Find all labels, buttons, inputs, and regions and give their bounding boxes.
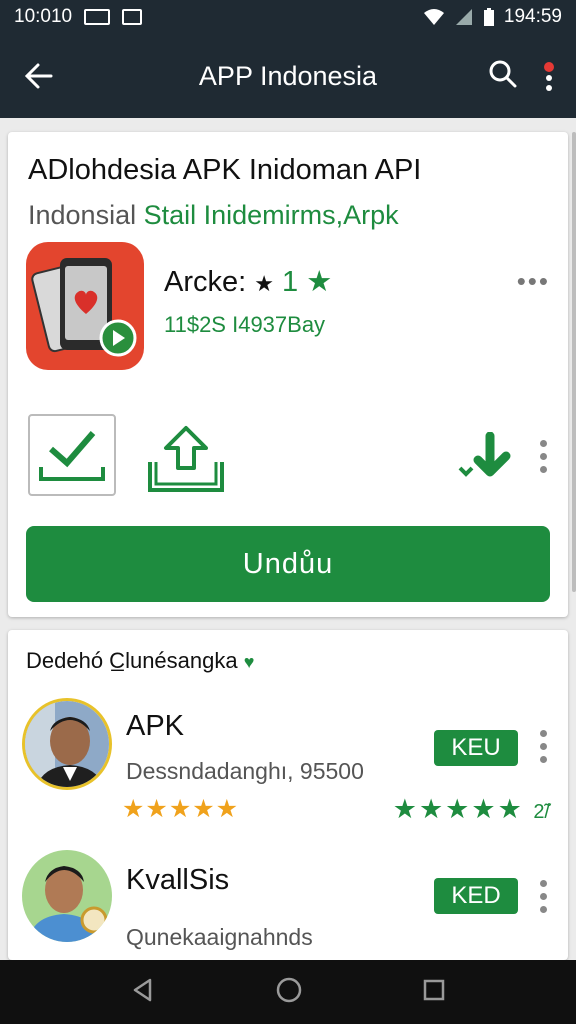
action-overflow-button[interactable]: [538, 440, 548, 473]
circle-home-icon: [276, 977, 302, 1002]
person-avatar-icon: [22, 850, 112, 942]
status-time-right: 194:59: [503, 6, 562, 27]
list-item-subtitle: Qunekaaignahnds: [126, 924, 313, 950]
nav-back-button[interactable]: [130, 977, 156, 1008]
wishlist-button[interactable]: [454, 431, 518, 492]
avatar: [22, 698, 112, 790]
more-options-button[interactable]: •••: [517, 266, 550, 297]
share-upload-icon: [148, 426, 224, 492]
share-button[interactable]: [146, 422, 226, 496]
app-price-line: 11$2S I4937Bay: [164, 312, 326, 337]
triangle-back-icon: [133, 978, 151, 1001]
app-icon[interactable]: [26, 242, 144, 370]
app-headline: ADlohdesia APK Inidoman API: [28, 154, 422, 186]
status-badge[interactable]: KED: [434, 878, 518, 914]
avatar: [22, 850, 112, 942]
rating-count: 2̃/: [533, 801, 550, 823]
related-apps-card: Dedehó C̲lunésangka ♥ APK Dessndadanghı,…: [8, 630, 568, 960]
status-badge[interactable]: KEU: [434, 730, 518, 766]
app-subline: Indonsial Stail Inidemirms,Arpk: [28, 200, 399, 231]
app-detail-card: ADlohdesia APK Inidoman API Indonsial St…: [8, 132, 568, 617]
item-overflow-button[interactable]: [538, 880, 548, 913]
list-item[interactable]: KvallSis Qunekaaignahnds KED: [8, 840, 568, 980]
app-name: Arcke: ★ 1 ★: [164, 264, 332, 299]
list-item[interactable]: APK Dessndadanghı, 95500 ★★★★★ KEU ★★★★★…: [8, 690, 568, 830]
back-button[interactable]: [0, 34, 78, 118]
item-overflow-button[interactable]: [538, 730, 548, 763]
app-bar: APP Indonesia: [0, 34, 576, 118]
green-rating-stars: ★★★★★ 2̃/: [393, 794, 550, 825]
nav-home-button[interactable]: [275, 976, 303, 1009]
check-install-icon: [39, 431, 105, 481]
app-rating-star-icon: ★: [306, 266, 333, 298]
person-avatar-icon: [25, 701, 109, 787]
signal-icon: [455, 9, 472, 25]
subline-green: Stail Inidemirms,Arpk: [143, 200, 399, 230]
list-item-title: APK: [126, 710, 185, 742]
wishlist-icon: [458, 431, 511, 477]
app-name-suffix: 1: [282, 266, 299, 298]
arrow-left-icon: [24, 63, 53, 89]
search-button[interactable]: [488, 59, 518, 94]
list-item-subtitle: Dessndadanghı, 95500: [126, 758, 364, 784]
app-name-text: Arcke:: [164, 266, 247, 298]
square-recents-icon: [424, 979, 445, 1000]
list-item-title: KvallSis: [126, 864, 230, 896]
download-button[interactable]: Undůu: [26, 526, 550, 602]
phone-heart-icon: [31, 258, 137, 357]
green-stars-text: ★★★★★: [392, 794, 524, 824]
notification-box-icon: [84, 9, 111, 25]
nav-recents-button[interactable]: [422, 978, 446, 1007]
gold-rating-stars: ★★★★★: [122, 795, 240, 823]
section-title: Dedehó C̲lunésangka ♥: [26, 648, 254, 674]
overflow-menu-button[interactable]: [542, 59, 556, 93]
scrollbar[interactable]: [572, 132, 576, 592]
search-icon: [489, 60, 517, 87]
app-name-star: ★: [254, 271, 274, 296]
status-time-left: 10:010: [14, 6, 73, 27]
heart-icon: ♥: [243, 652, 255, 672]
section-title-text: Dedehó C̲lunésangka: [26, 648, 238, 673]
system-nav-bar: [0, 960, 576, 1024]
battery-icon: [483, 8, 494, 26]
status-bar: 10:010 194:59: [0, 0, 576, 34]
installed-check-button[interactable]: [28, 414, 116, 496]
overflow-menu-icon: [544, 62, 554, 91]
subline-prefix: Indonsial: [28, 200, 137, 230]
wifi-icon: [423, 9, 444, 25]
notification-gallery-icon: [122, 9, 143, 25]
